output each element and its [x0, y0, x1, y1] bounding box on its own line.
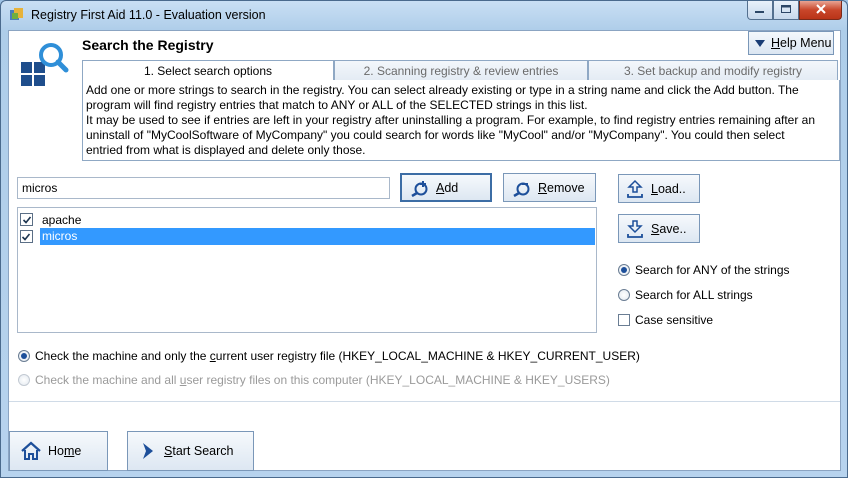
start-search-button[interactable]: Start Search — [127, 431, 254, 471]
radio-selected-icon — [618, 264, 630, 276]
page-title: Search the Registry — [82, 37, 214, 53]
instructions-text: Add one or more strings to search in the… — [82, 80, 840, 161]
instructions-line: program will find registry entries that … — [86, 98, 588, 112]
item-checkbox[interactable] — [20, 213, 33, 226]
remove-label: Remove — [538, 180, 585, 195]
load-label: Load.. — [651, 181, 686, 196]
scope-all-users-radio: Check the machine and all user registry … — [18, 373, 610, 387]
tab-select-search-options[interactable]: 1. Select search options — [82, 60, 334, 81]
list-item[interactable]: micros — [20, 228, 595, 245]
home-button[interactable]: Home — [9, 431, 108, 471]
help-menu-label: Help Menu — [771, 36, 832, 50]
window-title: Registry First Aid 11.0 - Evaluation ver… — [31, 8, 266, 22]
app-window: Registry First Aid 11.0 - Evaluation ver… — [0, 0, 848, 478]
registry-search-logo-icon — [19, 40, 71, 90]
close-button[interactable] — [799, 1, 842, 20]
maximize-icon — [780, 3, 792, 17]
home-icon — [20, 441, 42, 461]
search-all-label: Search for ALL strings — [635, 288, 753, 302]
add-label: Add — [436, 180, 459, 195]
case-sensitive-checkbox[interactable]: Case sensitive — [618, 313, 713, 327]
tab-scanning-registry[interactable]: 2. Scanning registry & review entries — [334, 60, 588, 81]
list-item-label: micros — [39, 228, 595, 245]
help-menu-button[interactable]: Help Menu — [748, 31, 834, 55]
remove-button[interactable]: Remove — [503, 173, 596, 202]
search-strings-list[interactable]: apache micros — [17, 207, 597, 333]
main-panel: Search the Registry Help Menu 1. Select … — [8, 30, 841, 471]
list-item-label: apache — [42, 212, 82, 227]
instructions-line: Add one or more strings to search in the… — [86, 83, 799, 97]
dropdown-arrow-icon — [755, 39, 765, 47]
save-label: Save.. — [651, 221, 687, 236]
item-checkbox[interactable] — [20, 230, 33, 243]
upload-icon — [625, 179, 645, 199]
download-icon — [625, 219, 645, 239]
search-any-label: Search for ANY of the strings — [635, 263, 790, 277]
load-button[interactable]: Load.. — [618, 174, 700, 203]
home-label: Home — [48, 444, 82, 458]
minimize-button[interactable] — [747, 1, 773, 20]
search-all-radio[interactable]: Search for ALL strings — [618, 288, 753, 302]
search-string-input[interactable] — [17, 177, 390, 199]
tab-set-backup[interactable]: 3. Set backup and modify registry — [588, 60, 838, 81]
start-search-label: Start Search — [164, 444, 234, 458]
instructions-line: It may be used to see if entries are lef… — [86, 113, 816, 127]
minimize-icon — [755, 3, 765, 17]
close-icon — [815, 3, 826, 17]
maximize-button[interactable] — [773, 1, 799, 20]
search-any-radio[interactable]: Search for ANY of the strings — [618, 263, 790, 277]
list-item[interactable]: apache — [20, 211, 595, 228]
scope-current-user-radio[interactable]: Check the machine and only the current u… — [18, 349, 640, 363]
save-button[interactable]: Save.. — [618, 214, 700, 243]
title-bar[interactable]: Registry First Aid 11.0 - Evaluation ver… — [1, 1, 847, 29]
radio-disabled-icon — [18, 374, 30, 386]
remove-icon — [512, 179, 532, 197]
instructions-line: entried from what is displayed and delet… — [86, 143, 366, 157]
scope-all-users-label: Check the machine and all user registry … — [35, 373, 610, 387]
checkbox-icon — [618, 314, 630, 326]
case-sensitive-label: Case sensitive — [635, 313, 714, 327]
chevron-right-icon — [138, 441, 158, 461]
app-icon — [9, 7, 24, 22]
scope-current-user-label: Check the machine and only the current u… — [35, 349, 640, 363]
instructions-line: uninstall of "MyCoolSoftware of MyCompan… — [86, 128, 785, 142]
add-button[interactable]: Add — [400, 173, 492, 202]
wizard-tabs: 1. Select search options 2. Scanning reg… — [82, 60, 842, 81]
add-icon — [410, 179, 430, 197]
radio-selected-icon — [18, 350, 30, 362]
divider — [9, 401, 840, 402]
radio-icon — [618, 289, 630, 301]
